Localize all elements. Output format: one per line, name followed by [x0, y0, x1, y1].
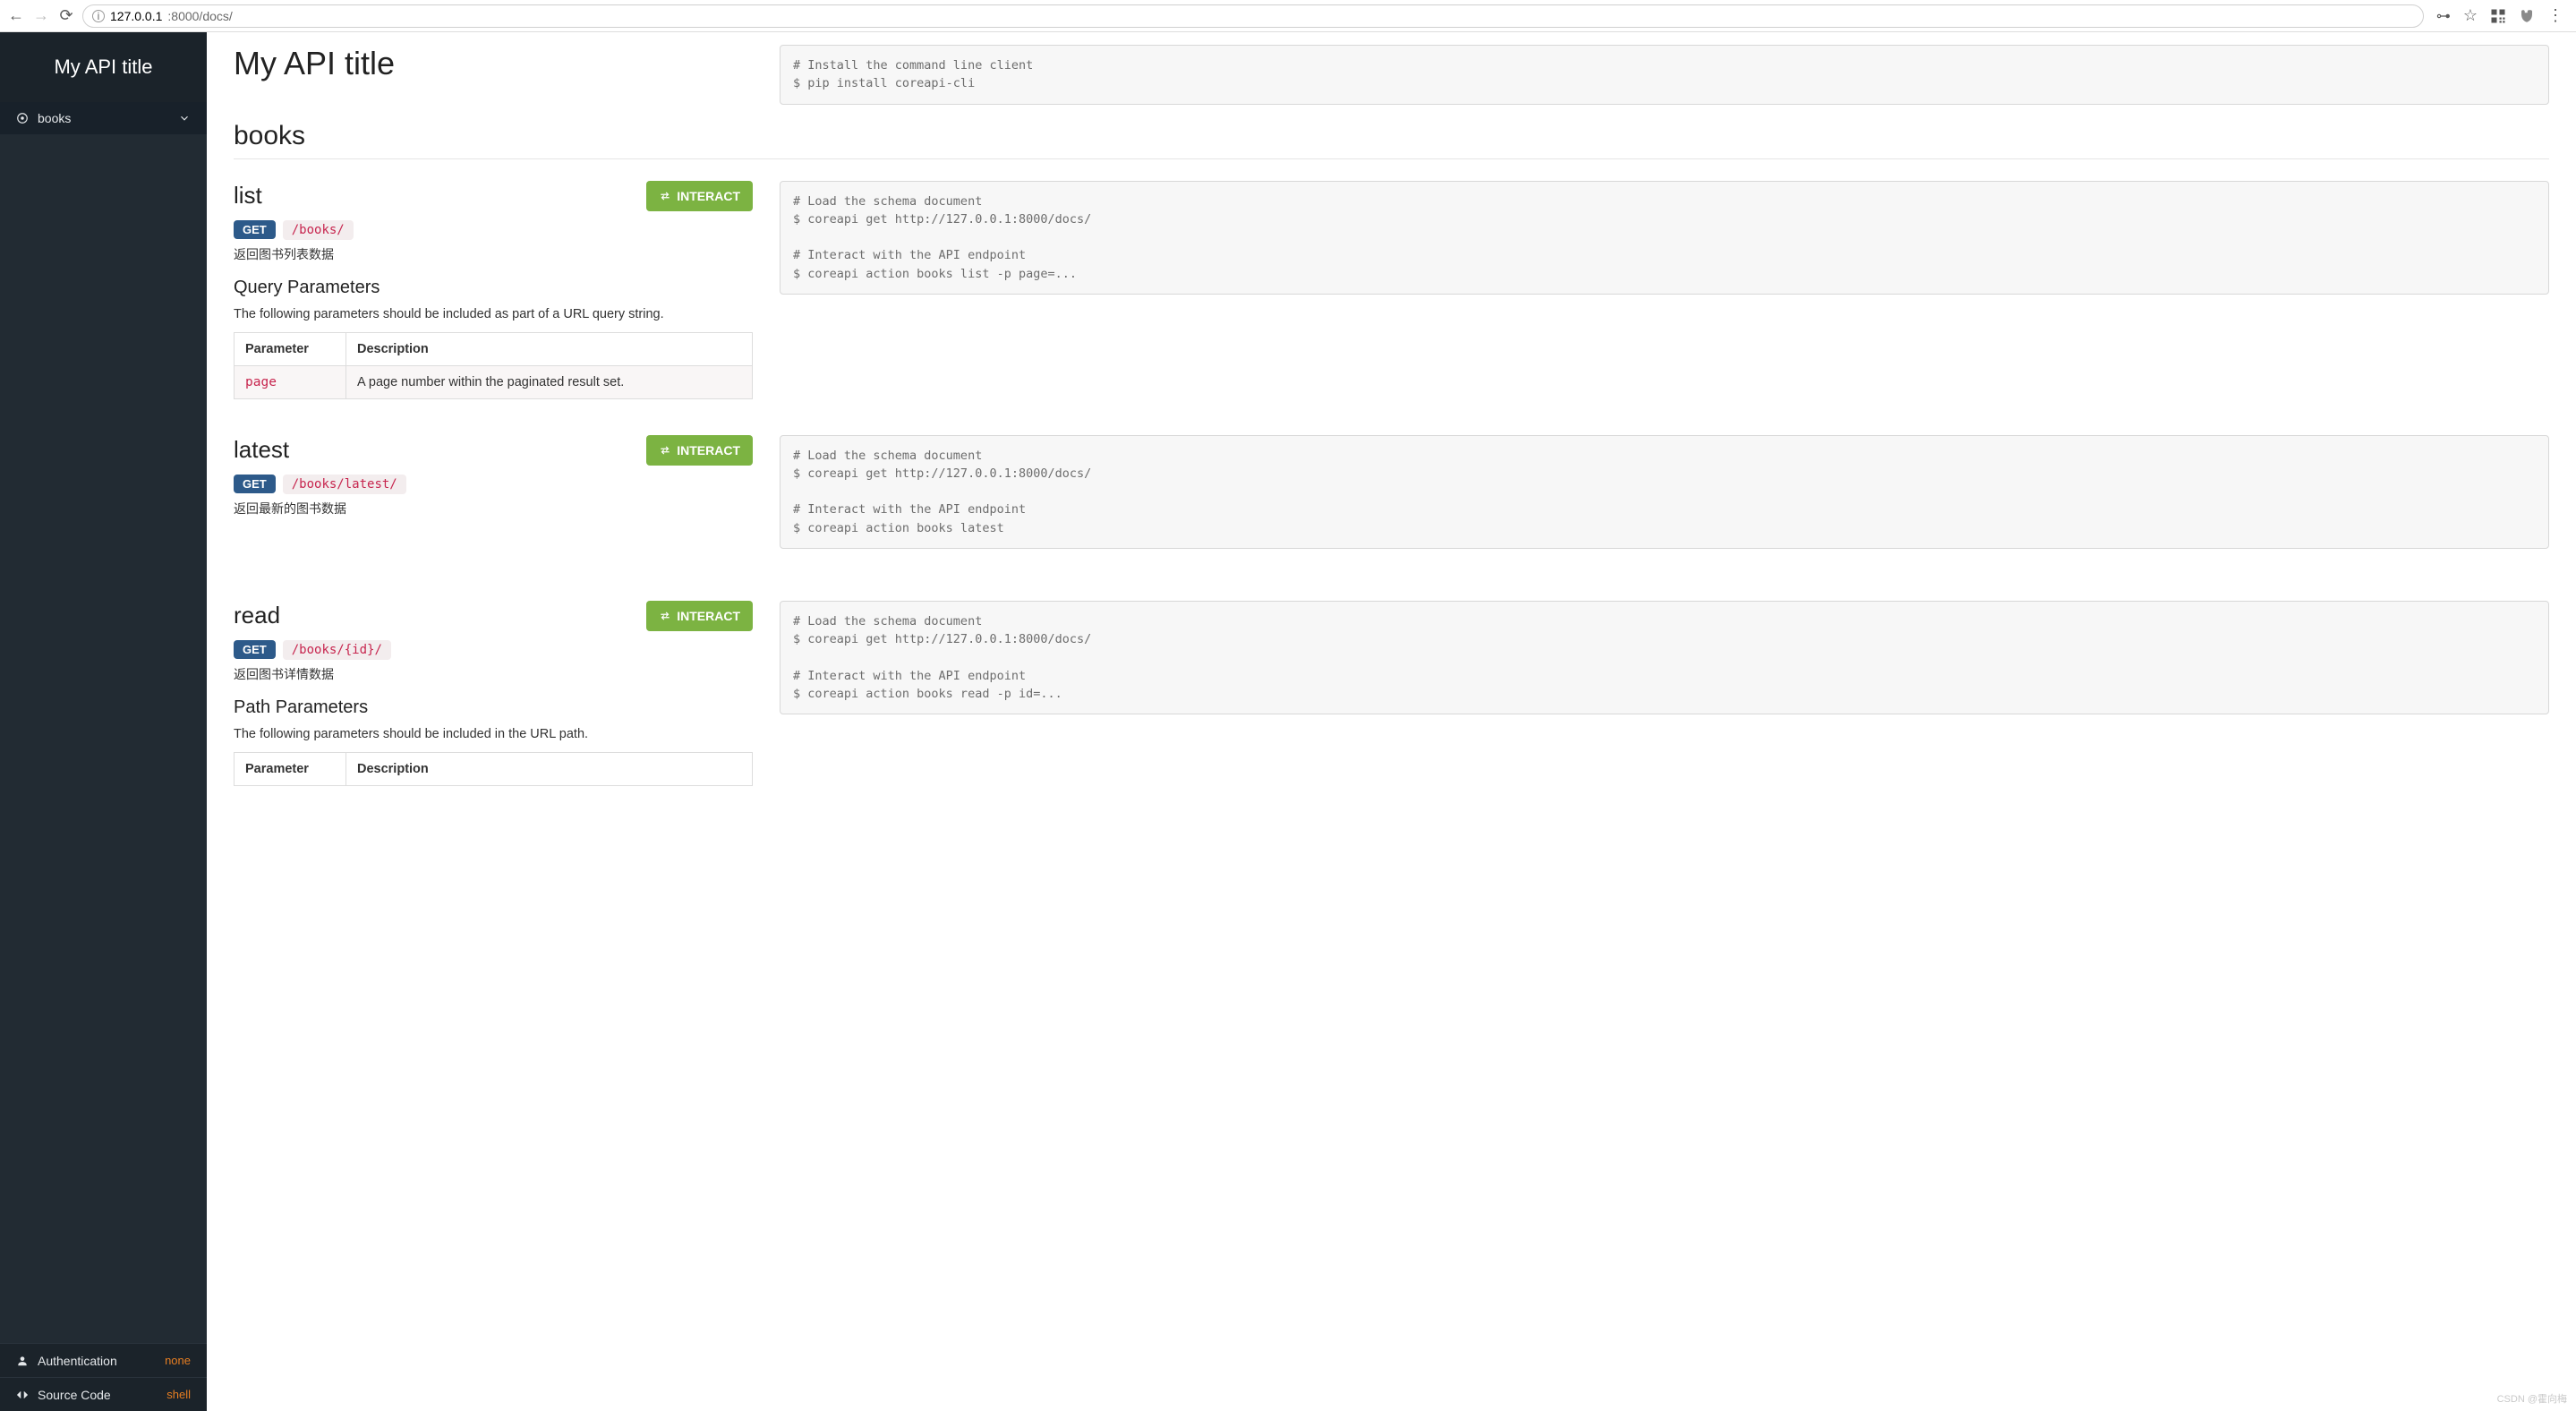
- endpoint-latest: latest INTERACT GET/books/latest/返回最新的图书数据…: [234, 435, 2549, 565]
- star-icon[interactable]: ☆: [2463, 6, 2478, 25]
- params-title: Path Parameters: [234, 697, 753, 718]
- reload-button[interactable]: ⟳: [57, 6, 75, 25]
- evernote-icon[interactable]: [2519, 8, 2535, 24]
- sidebar-spacer: [0, 134, 207, 1343]
- swap-icon: [659, 444, 671, 457]
- method-badge: GET: [234, 475, 276, 493]
- source-label: Source Code: [38, 1388, 111, 1402]
- menu-icon[interactable]: ⋮: [2547, 6, 2563, 25]
- interact-label: INTERACT: [677, 443, 740, 458]
- browser-toolbar: ← → ⟳ i 127.0.0.1 :8000/docs/ ⊶ ☆ ⋮: [0, 0, 2576, 32]
- main-content: My API title # Install the command line …: [207, 32, 2576, 1411]
- site-info-icon[interactable]: i: [92, 10, 105, 22]
- page-title: My API title: [234, 45, 753, 82]
- target-icon: [16, 112, 29, 124]
- endpoint-desc: 返回最新的图书数据: [234, 500, 753, 517]
- address-bar[interactable]: i 127.0.0.1 :8000/docs/: [82, 4, 2424, 28]
- params-note: The following parameters should be inclu…: [234, 307, 753, 321]
- endpoint-codebox: # Load the schema document $ coreapi get…: [780, 181, 2549, 295]
- sidebar-item-books[interactable]: books: [0, 102, 207, 134]
- endpoint-read: read INTERACT GET/books/{id}/ 返回图书详情数据 Path …: [234, 601, 2549, 786]
- params-title: Query Parameters: [234, 278, 753, 298]
- chevron-down-icon: [178, 112, 191, 124]
- endpoint-name: read: [234, 602, 280, 629]
- swap-icon: [659, 610, 671, 622]
- endpoint-codebox: # Load the schema document $ coreapi get…: [780, 601, 2549, 714]
- endpoint-codebox: # Load the schema document $ coreapi get…: [780, 435, 2549, 549]
- method-badge: GET: [234, 220, 276, 239]
- install-codebox: # Install the command line client $ pip …: [780, 45, 2549, 105]
- forward-button[interactable]: →: [32, 6, 50, 25]
- endpoint-list: list INTERACT GET/books/返回图书列表数据 Query Para…: [234, 181, 2549, 399]
- url-rest: :8000/docs/: [167, 9, 232, 23]
- interact-label: INTERACT: [677, 189, 740, 203]
- params-table: ParameterDescription: [234, 752, 753, 786]
- interact-label: INTERACT: [677, 609, 740, 623]
- path-badge: /books/: [283, 220, 354, 240]
- interact-button[interactable]: INTERACT: [646, 601, 753, 631]
- method-badge: GET: [234, 640, 276, 659]
- interact-button[interactable]: INTERACT: [646, 181, 753, 211]
- auth-label: Authentication: [38, 1354, 117, 1368]
- interact-button[interactable]: INTERACT: [646, 435, 753, 466]
- desc-header: Description: [346, 332, 753, 365]
- desc-header: Description: [346, 752, 753, 785]
- sidebar-source-row[interactable]: Source Code shell: [0, 1377, 207, 1411]
- path-badge: /books/{id}/: [283, 640, 391, 660]
- key-icon[interactable]: ⊶: [2436, 7, 2451, 25]
- endpoint-desc: 返回图书列表数据: [234, 245, 753, 263]
- section-title: books: [234, 121, 2549, 159]
- browser-actions: ⊶ ☆ ⋮: [2431, 6, 2569, 25]
- param-name: page: [235, 365, 346, 398]
- table-row: pageA page number within the paginated r…: [235, 365, 753, 398]
- auth-value: none: [165, 1354, 191, 1367]
- sidebar: My API title books Authentication none S…: [0, 32, 207, 1411]
- endpoint-desc: 返回图书详情数据: [234, 665, 753, 683]
- url-host: 127.0.0.1: [110, 9, 162, 23]
- sidebar-item-label: books: [38, 111, 71, 125]
- code-icon: [16, 1389, 29, 1401]
- sidebar-title[interactable]: My API title: [0, 32, 207, 102]
- qr-icon[interactable]: [2490, 8, 2506, 24]
- path-badge: /books/latest/: [283, 475, 406, 494]
- params-table: ParameterDescriptionpageA page number wi…: [234, 332, 753, 399]
- param-header: Parameter: [235, 332, 346, 365]
- params-note: The following parameters should be inclu…: [234, 727, 753, 741]
- back-button[interactable]: ←: [7, 6, 25, 25]
- param-desc: A page number within the paginated resul…: [346, 365, 753, 398]
- param-header: Parameter: [235, 752, 346, 785]
- sidebar-auth-row[interactable]: Authentication none: [0, 1343, 207, 1377]
- user-icon: [16, 1355, 29, 1367]
- endpoint-name: latest: [234, 436, 289, 464]
- swap-icon: [659, 190, 671, 202]
- source-value: shell: [166, 1388, 191, 1401]
- endpoint-name: list: [234, 182, 262, 210]
